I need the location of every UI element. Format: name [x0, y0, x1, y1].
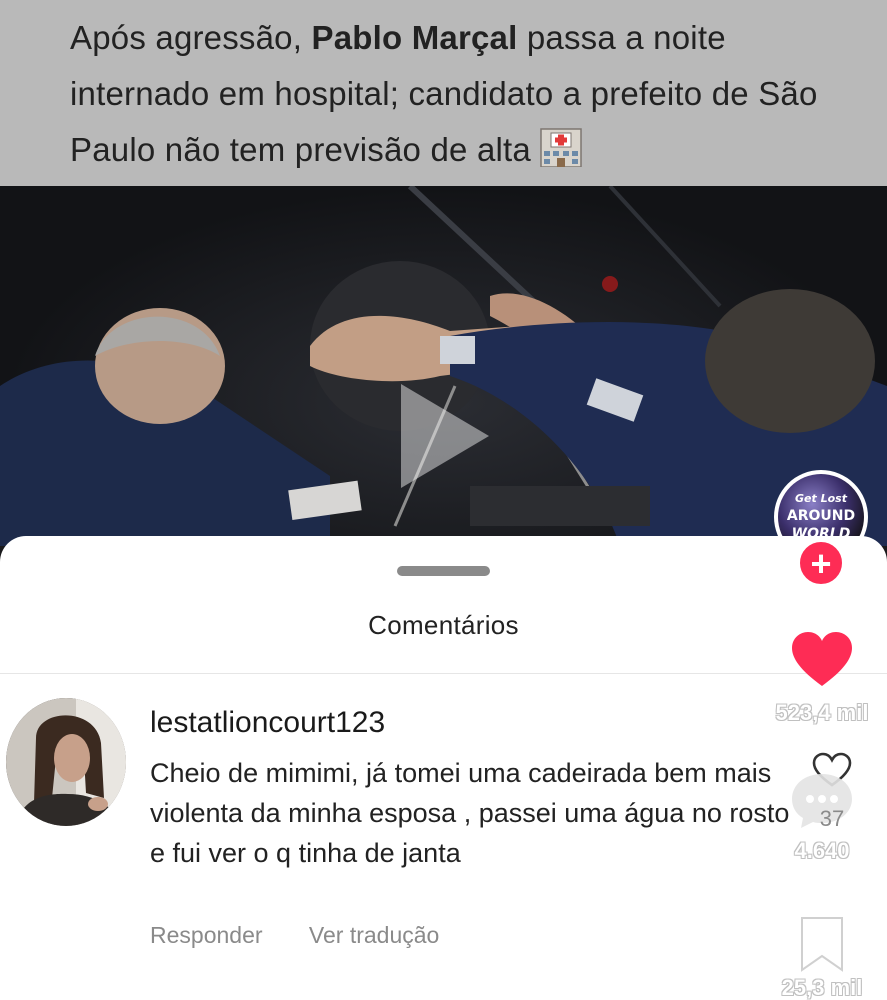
comment-author-photo [6, 698, 126, 826]
play-icon[interactable] [395, 378, 495, 494]
like-count: 523,4 mil [775, 700, 869, 725]
comment-username[interactable]: lestatlioncourt123 [150, 706, 385, 740]
comments-sheet-title: Comentários [368, 610, 519, 640]
sheet-drag-handle[interactable] [397, 566, 490, 576]
headline-name: Pablo Marçal [311, 19, 518, 56]
reply-button[interactable]: Responder [150, 922, 263, 948]
hospital-icon [540, 128, 582, 167]
see-translation-button[interactable]: Ver tradução [309, 922, 439, 948]
heart-icon[interactable] [790, 630, 854, 690]
headline-prefix: Após agressão, [70, 19, 312, 56]
bookmark-icon[interactable] [796, 916, 848, 972]
headline-banner: Após agressão, Pablo Marçal passa a noit… [0, 0, 887, 186]
bookmark-count: 25,3 mil [781, 975, 863, 1000]
tiktok-video-screen: Após agressão, Pablo Marçal passa a noit… [0, 0, 887, 1000]
comment-author-avatar[interactable] [6, 698, 126, 826]
creator-avatar-text-2: AROUND [786, 508, 856, 524]
comment-like-count: 37 [819, 806, 845, 831]
follow-button[interactable]: + [798, 540, 844, 586]
headline-text: Após agressão, Pablo Marçal passa a noit… [70, 10, 860, 178]
comments-count: 4.640 [794, 838, 850, 863]
comment-actions: Responder Ver tradução [150, 922, 439, 949]
sheet-divider [0, 673, 887, 674]
comment-text: Cheio de mimimi, já tomei uma cadeirada … [150, 758, 790, 868]
comments-sheet: Comentários lestatlioncourt123 Cheio de … [0, 536, 887, 1000]
creator-avatar-text-1: Get Lost [795, 492, 847, 505]
